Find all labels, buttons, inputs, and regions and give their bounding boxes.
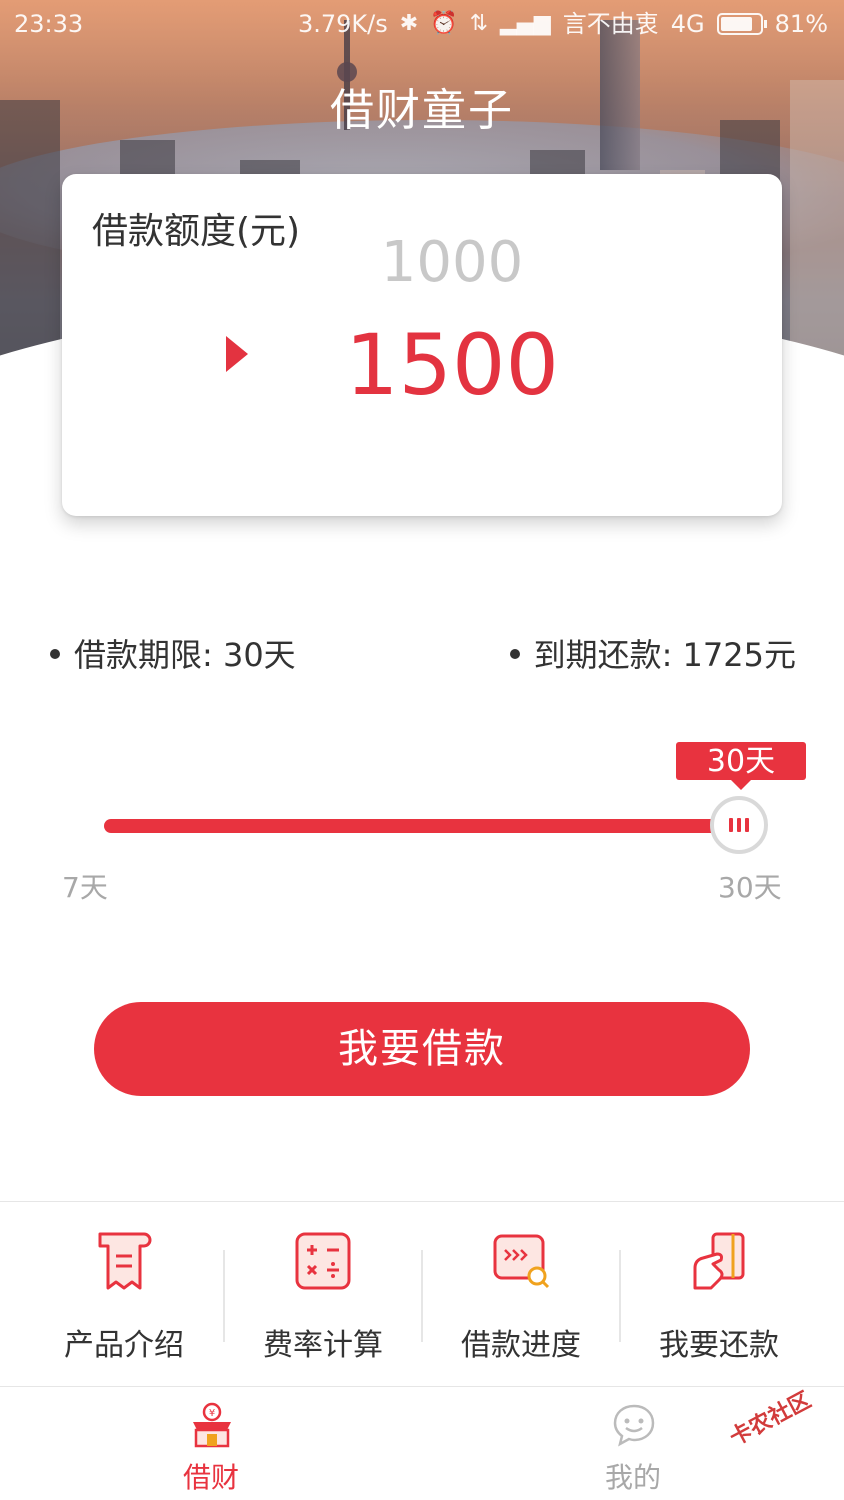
status-bar: 23:33 3.79K/s ✱ ⏰ ⇅ ▂▄▆ 言不由衷 4G 81%	[0, 0, 844, 48]
bullet-icon	[509, 649, 520, 659]
quick-actions: 产品介绍 费率计算 借款进度 我要还款	[0, 1202, 844, 1386]
quick-action-label: 借款进度	[461, 1328, 581, 1363]
amount-selected[interactable]: 1500	[62, 316, 842, 414]
store-icon: ¥	[193, 1402, 231, 1448]
bottom-nav: ¥ 借财 我的	[0, 1388, 844, 1500]
amount-option-prev[interactable]: 1000	[62, 230, 842, 295]
chat-face-icon	[613, 1404, 655, 1447]
alarm-icon: ⏰	[430, 11, 458, 36]
quick-action-label: 费率计算	[263, 1328, 383, 1363]
quick-action-rate-calc[interactable]: 费率计算	[224, 1202, 422, 1386]
svg-text:¥: ¥	[209, 1408, 215, 1419]
slider-min-label: 7天	[62, 871, 108, 904]
slider-max-label: 30天	[718, 871, 782, 904]
bluetooth-icon: ✱	[399, 11, 419, 36]
term-slider-handle[interactable]	[710, 796, 768, 854]
calculator-icon	[295, 1232, 351, 1290]
term-slider-track[interactable]	[104, 819, 734, 833]
nav-item-borrow[interactable]: ¥ 借财	[111, 1388, 311, 1500]
loan-term-info: 借款期限: 30天	[50, 630, 296, 676]
loan-app-screen: 23:33 3.79K/s ✱ ⏰ ⇅ ▂▄▆ 言不由衷 4G 81% 借财童子…	[0, 0, 844, 1500]
nav-label-borrow: 借财	[182, 1461, 239, 1494]
divider	[0, 1386, 844, 1387]
status-time: 23:33	[14, 10, 84, 38]
nav-item-mine[interactable]: 我的	[533, 1388, 733, 1500]
receipt-icon	[98, 1232, 152, 1290]
amount-card: 借款额度(元) 1000 1500	[62, 174, 782, 516]
battery-icon	[716, 13, 767, 35]
repay-amount-text: 到期还款: 1725元	[533, 636, 796, 674]
slider-value-tooltip: 30天	[676, 742, 806, 790]
loan-term-text: 借款期限: 30天	[74, 636, 296, 674]
progress-search-icon	[493, 1234, 550, 1289]
quick-action-product-intro[interactable]: 产品介绍	[25, 1202, 223, 1386]
carrier-name: 言不由衷	[562, 10, 659, 38]
bullet-icon	[50, 649, 60, 659]
network-type: 4G	[670, 10, 705, 38]
app-title: 借财童子	[330, 85, 514, 136]
quick-action-loan-progress[interactable]: 借款进度	[422, 1202, 620, 1386]
nav-label-mine: 我的	[604, 1461, 661, 1494]
borrow-button[interactable]: 我要借款	[94, 1002, 750, 1096]
data-arrows-icon: ⇅	[469, 11, 489, 36]
quick-action-repay[interactable]: 我要还款	[620, 1202, 818, 1386]
quick-action-label: 产品介绍	[64, 1328, 184, 1363]
battery-percent: 81%	[774, 10, 828, 38]
signal-icon: ▂▄▆	[500, 11, 551, 36]
repay-amount-info: 到期还款: 1725元	[509, 630, 796, 676]
quick-action-label: 我要还款	[659, 1328, 779, 1363]
card-hand-icon	[693, 1232, 745, 1290]
network-speed: 3.79K/s	[297, 10, 388, 38]
